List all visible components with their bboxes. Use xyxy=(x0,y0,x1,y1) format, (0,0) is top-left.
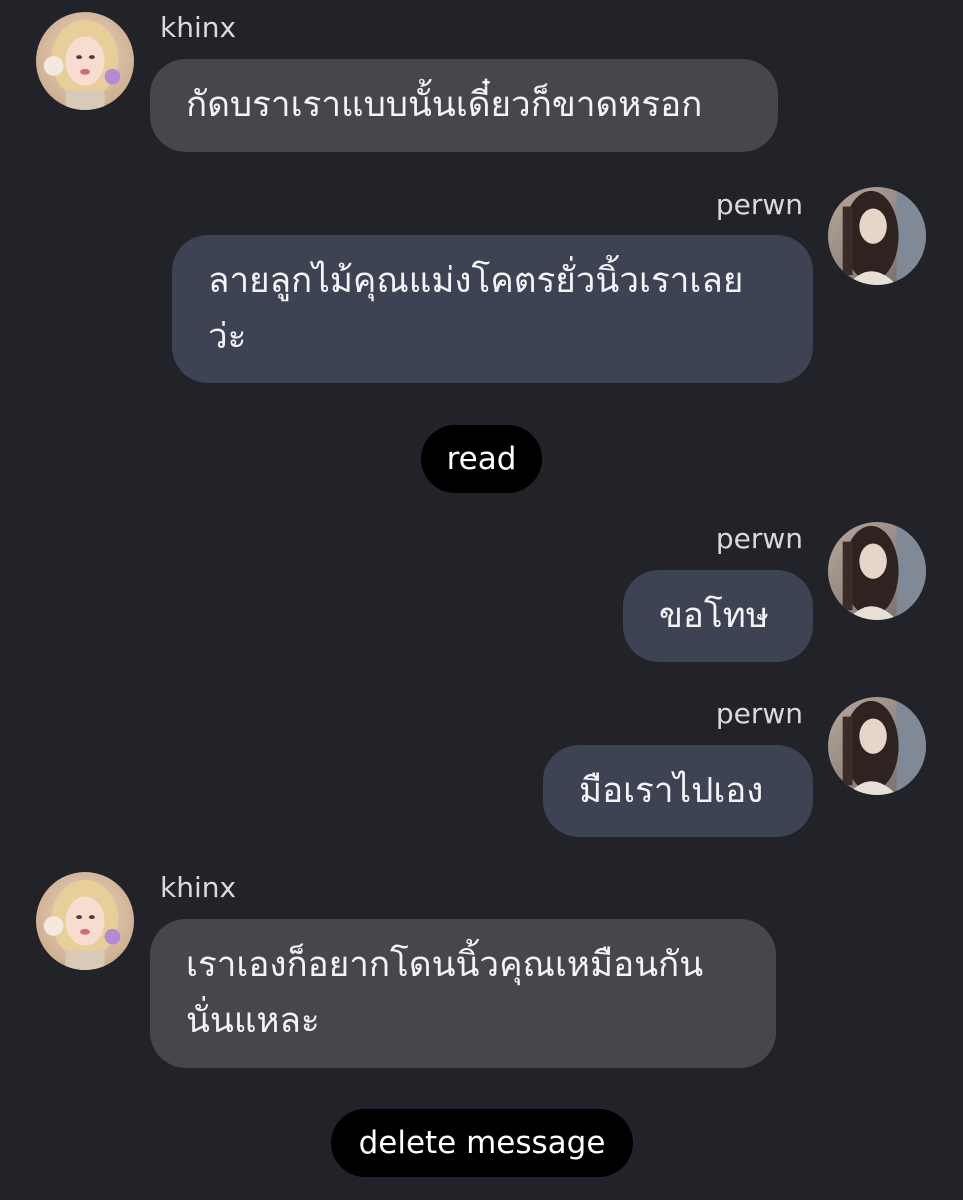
profile-photo-blonde-icon xyxy=(36,12,134,110)
avatar-perwn[interactable] xyxy=(828,187,926,285)
read-button[interactable]: read xyxy=(421,425,542,493)
sender-name: perwn xyxy=(715,188,803,221)
avatar-perwn[interactable] xyxy=(828,522,926,620)
delete-message-button[interactable]: delete message xyxy=(331,1109,633,1177)
profile-photo-dark-hair-icon xyxy=(828,522,926,620)
sender-name: perwn xyxy=(715,697,803,730)
profile-photo-blonde-icon xyxy=(36,872,134,970)
sender-name: perwn xyxy=(715,522,803,555)
message-bubble[interactable]: เราเองก็อยากโดนนิ้วคุณเหมือนกัน นั่นแหละ xyxy=(150,919,776,1068)
message-bubble[interactable]: มือเราไปเอง xyxy=(543,745,813,837)
message-bubble[interactable]: กัดบราเราแบบนั้นเดี๋ยวก็ขาดหรอก xyxy=(150,59,778,152)
avatar-khinx[interactable] xyxy=(36,12,134,110)
profile-photo-dark-hair-icon xyxy=(828,697,926,795)
sender-name: khinx xyxy=(160,11,237,44)
avatar-perwn[interactable] xyxy=(828,697,926,795)
chat-screen: khinx กัดบราเราแบบนั้นเดี๋ยวก็ขาดหรอก pe… xyxy=(0,0,963,1200)
profile-photo-dark-hair-icon xyxy=(828,187,926,285)
sender-name: khinx xyxy=(160,871,237,904)
message-bubble[interactable]: ขอโทษ xyxy=(623,570,813,662)
avatar-khinx[interactable] xyxy=(36,872,134,970)
message-bubble[interactable]: ลายลูกไม้คุณแม่งโคตรยั่วนิ้วเราเลย ว่ะ xyxy=(172,235,813,383)
